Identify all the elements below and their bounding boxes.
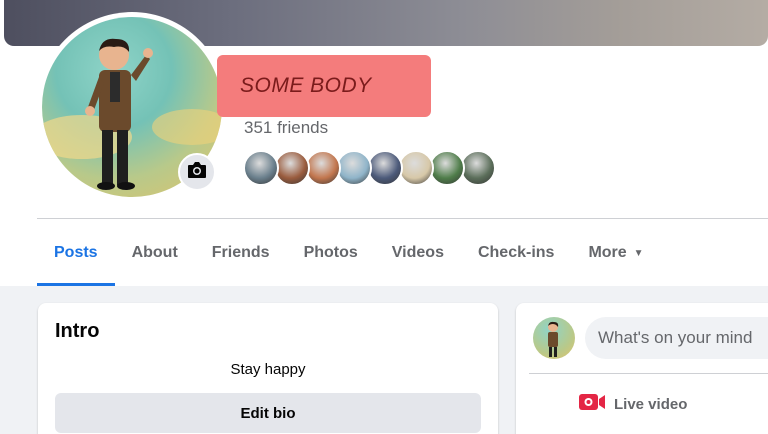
update-picture-button[interactable] xyxy=(178,153,216,191)
friend-avatar[interactable] xyxy=(429,150,465,186)
tab-videos[interactable]: Videos xyxy=(375,220,461,286)
tab-posts[interactable]: Posts xyxy=(37,220,115,286)
tab-friends[interactable]: Friends xyxy=(195,220,287,286)
friend-avatar[interactable] xyxy=(243,150,279,186)
camera-icon xyxy=(187,161,207,184)
tab-more[interactable]: More ▼ xyxy=(571,220,660,286)
composer-avatar[interactable] xyxy=(533,317,575,359)
live-video-button[interactable]: Live video xyxy=(578,391,687,417)
friend-avatar[interactable] xyxy=(460,150,496,186)
friend-avatar[interactable] xyxy=(336,150,372,186)
composer-divider xyxy=(529,373,768,374)
live-video-label: Live video xyxy=(614,395,688,413)
profile-name: SOME BODY xyxy=(240,74,372,97)
tab-check-ins[interactable]: Check-ins xyxy=(461,220,571,286)
profile-name-highlight: SOME BODY xyxy=(217,55,431,117)
profile-tabs: Posts About Friends Photos Videos Check-… xyxy=(37,220,661,286)
tab-photos[interactable]: Photos xyxy=(287,220,375,286)
caret-down-icon: ▼ xyxy=(633,247,644,259)
intro-card: Intro Stay happy Edit bio xyxy=(38,303,498,434)
whats-on-your-mind-input[interactable]: What's on your mind xyxy=(585,317,768,359)
bio-text: Stay happy xyxy=(230,361,306,378)
edit-bio-button[interactable]: Edit bio xyxy=(55,393,481,433)
friend-avatars xyxy=(243,150,496,186)
live-video-icon xyxy=(578,391,614,417)
friend-avatar[interactable] xyxy=(367,150,403,186)
friend-avatar[interactable] xyxy=(398,150,434,186)
intro-title: Intro xyxy=(55,320,100,342)
friend-avatar[interactable] xyxy=(305,150,341,186)
tab-about[interactable]: About xyxy=(115,220,195,286)
header-divider xyxy=(37,218,768,219)
composer-card: What's on your mind Live video xyxy=(516,303,768,434)
friends-count[interactable]: 351 friends xyxy=(244,118,328,138)
friend-avatar[interactable] xyxy=(274,150,310,186)
